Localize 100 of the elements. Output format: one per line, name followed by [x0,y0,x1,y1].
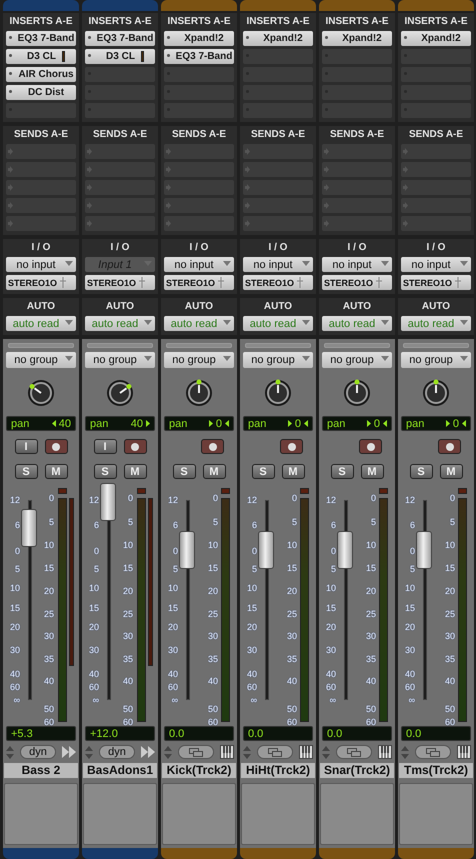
empty-send-slot[interactable] [164,180,234,195]
empty-send-slot[interactable] [85,180,155,195]
output-selector[interactable]: STEREO1O [322,275,392,290]
empty-send-slot[interactable] [401,180,471,195]
insert-slot[interactable]: D3 CL [6,49,76,64]
empty-send-slot[interactable] [85,216,155,231]
comments-field[interactable] [399,783,473,845]
fast-forward-icon[interactable] [141,746,155,758]
plugin-button[interactable]: dyn [99,745,135,759]
insert-slot[interactable]: Xpand!2 [322,31,392,46]
input-selector[interactable]: no input [164,257,234,272]
fader-handle[interactable] [416,531,432,569]
empty-send-slot[interactable] [322,180,392,195]
output-selector[interactable]: STEREO1O [243,275,313,290]
up-down-arrows-icon[interactable] [243,746,251,758]
empty-send-slot[interactable] [164,144,234,159]
piano-keys-icon[interactable] [457,745,471,759]
track-name[interactable]: Kick(Trck2) [162,763,236,778]
track-name[interactable]: BasAdons1 [83,763,157,778]
window-button[interactable] [336,745,372,759]
pan-display[interactable]: pan 0 [401,416,471,431]
empty-send-slot[interactable] [85,198,155,213]
record-button[interactable] [438,439,461,454]
comments-field[interactable] [320,783,394,845]
mute-button[interactable]: M [44,464,68,479]
comments-field[interactable] [241,783,315,845]
track-name[interactable]: Bass 2 [4,763,78,778]
piano-keys-icon[interactable] [220,745,234,759]
empty-send-slot[interactable] [243,198,313,213]
empty-send-slot[interactable] [85,144,155,159]
up-down-arrows-icon[interactable] [85,746,93,758]
solo-button[interactable]: S [14,464,38,479]
input-selector[interactable]: no input [322,257,392,272]
window-button[interactable] [257,745,293,759]
input-monitor-button[interactable]: I [14,439,38,454]
window-button[interactable] [415,745,451,759]
empty-send-slot[interactable] [6,198,76,213]
empty-send-slot[interactable] [322,144,392,159]
volume-display[interactable]: +12.0 [85,726,155,741]
empty-send-slot[interactable] [401,216,471,231]
fader-handle[interactable] [21,509,37,547]
track-name[interactable]: HiHt(Trck2) [241,763,315,778]
window-button[interactable] [178,745,214,759]
empty-send-slot[interactable] [322,198,392,213]
record-button[interactable] [44,439,68,454]
empty-send-slot[interactable] [401,144,471,159]
pan-display[interactable]: pan 0 [322,416,392,431]
up-down-arrows-icon[interactable] [164,746,172,758]
up-down-arrows-icon[interactable] [401,746,409,758]
solo-button[interactable]: S [330,464,354,479]
track-name[interactable]: Tms(Trck2) [399,763,473,778]
comments-field[interactable] [83,783,157,845]
mute-button[interactable]: M [360,464,384,479]
group-selector[interactable]: no group [164,352,234,368]
empty-send-slot[interactable] [6,180,76,195]
pan-display[interactable]: pan 40 [6,416,76,431]
solo-button[interactable]: S [94,464,116,479]
up-down-arrows-icon[interactable] [322,746,330,758]
empty-send-slot[interactable] [243,216,313,231]
volume-display[interactable]: 0.0 [243,726,313,741]
empty-send-slot[interactable] [85,162,155,177]
empty-send-slot[interactable] [6,144,76,159]
pan-display[interactable]: pan 0 [243,416,313,431]
solo-button[interactable]: S [172,464,196,479]
fader-handle[interactable] [258,531,274,569]
empty-send-slot[interactable] [401,198,471,213]
plugin-button[interactable]: dyn [20,745,56,759]
volume-display[interactable]: 0.0 [164,726,234,741]
solo-button[interactable]: S [252,464,274,479]
mute-button[interactable]: M [124,464,146,479]
input-monitor-button[interactable]: I [94,439,116,454]
group-selector[interactable]: no group [322,352,392,368]
fast-forward-icon[interactable] [62,746,76,758]
empty-send-slot[interactable] [243,144,313,159]
pan-display[interactable]: pan 0 [164,416,234,431]
empty-send-slot[interactable] [164,216,234,231]
empty-send-slot[interactable] [401,162,471,177]
record-button[interactable] [201,439,224,454]
fader-handle[interactable] [179,531,195,569]
input-selector[interactable]: no input [401,257,471,272]
track-name[interactable]: Snar(Trck2) [320,763,394,778]
fader-handle[interactable] [337,531,353,569]
group-selector[interactable]: no group [85,352,155,368]
insert-slot[interactable]: EQ3 7-Band [85,31,155,46]
piano-keys-icon[interactable] [299,745,313,759]
pan-display[interactable]: pan 40 [85,416,155,431]
insert-slot[interactable]: EQ3 7-Band [164,49,234,64]
empty-send-slot[interactable] [243,162,313,177]
group-selector[interactable]: no group [401,352,471,368]
insert-slot[interactable]: Xpand!2 [243,31,313,46]
comments-field[interactable] [4,783,78,845]
empty-send-slot[interactable] [243,180,313,195]
piano-keys-icon[interactable] [378,745,392,759]
insert-slot[interactable]: Xpand!2 [401,31,471,46]
insert-slot[interactable]: AIR Chorus [6,67,76,82]
output-selector[interactable]: STEREO1O [401,275,471,290]
input-selector[interactable]: no input [6,257,76,272]
group-selector[interactable]: no group [243,352,313,368]
output-selector[interactable]: STEREO1O [164,275,234,290]
volume-display[interactable]: +5.3 [6,726,76,741]
